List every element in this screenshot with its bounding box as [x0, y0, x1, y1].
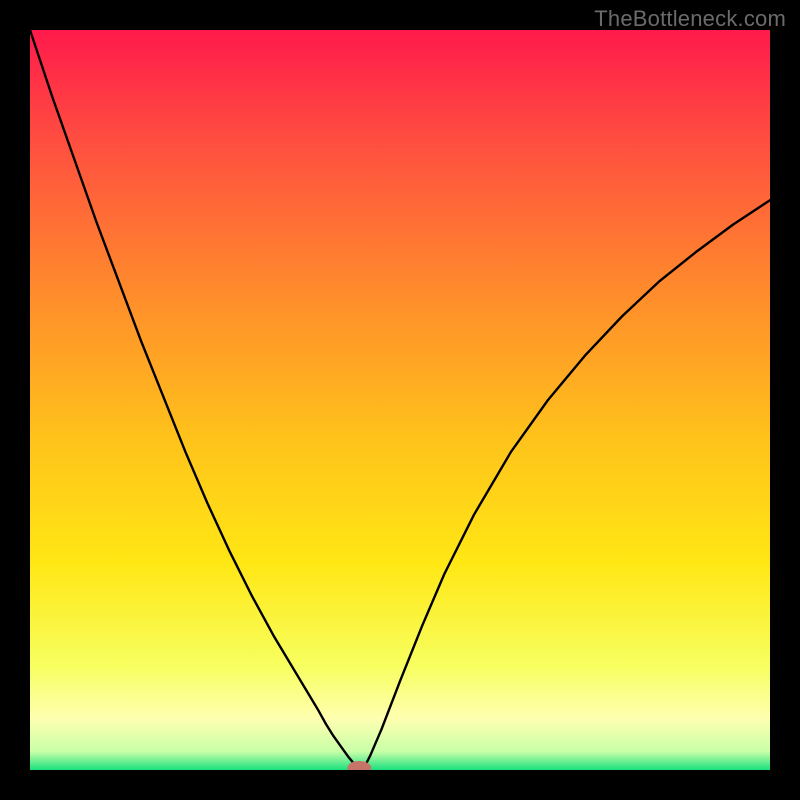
gradient-background [30, 30, 770, 770]
chart-frame: TheBottleneck.com [0, 0, 800, 800]
chart-svg [30, 30, 770, 770]
watermark-text: TheBottleneck.com [594, 6, 786, 32]
plot-area [30, 30, 770, 770]
